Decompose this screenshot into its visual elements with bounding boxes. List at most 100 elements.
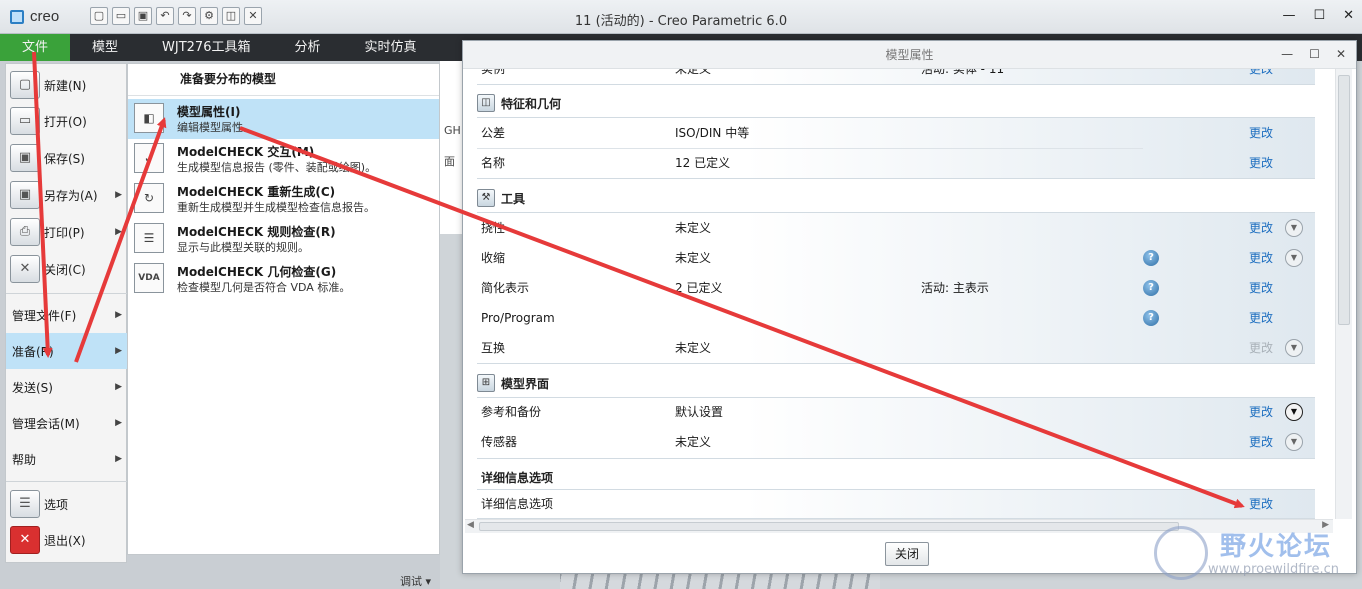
property-name: 互换: [481, 341, 506, 355]
submenu-arrow-icon: ▶: [115, 227, 122, 237]
submenu-item-desc: 检查模型几何是否符合 VDA 标准。: [177, 281, 351, 294]
change-link[interactable]: 更改: [1249, 273, 1273, 303]
modelcheck-check-icon: ✓: [134, 143, 164, 173]
change-link[interactable]: 更改: [1249, 397, 1273, 427]
dialog-title: 模型属性: [463, 41, 1356, 69]
close-icon[interactable]: ✕: [1336, 47, 1346, 61]
menu-item-label: 准备(R): [12, 344, 54, 359]
property-name: 参考和备份: [481, 405, 542, 419]
change-link[interactable]: 更改: [1249, 243, 1273, 273]
submenu-item-modelcheck-interactive[interactable]: ✓ ModelCHECK 交互(M) 生成模型信息报告 (零件、装配或绘图)。: [128, 139, 439, 179]
menu-item-save-as[interactable]: ▣ 另存为(A) ▶: [6, 177, 128, 213]
submenu-item-modelcheck-rules[interactable]: ☰ ModelCHECK 规则检查(R) 显示与此模型关联的规则。: [128, 219, 439, 259]
change-link[interactable]: 更改: [1249, 427, 1273, 457]
tab-realtime-simulation[interactable]: 实时仿真: [343, 34, 439, 61]
menu-divider: [6, 481, 128, 482]
watermark-logo-icon: [1154, 526, 1208, 580]
expand-chevron-icon[interactable]: ▼: [1285, 219, 1303, 237]
minimize-icon[interactable]: —: [1281, 47, 1293, 61]
scrollbar-thumb[interactable]: [1338, 75, 1350, 325]
menu-item-exit[interactable]: ✕ 退出(X): [6, 522, 128, 558]
change-link[interactable]: 更改: [1249, 69, 1273, 84]
property-row-pro-program: Pro/Program ? 更改: [477, 303, 1315, 333]
expand-chevron-icon[interactable]: ▼: [1285, 249, 1303, 267]
section-title: 特征和几何: [501, 96, 562, 111]
menu-item-print[interactable]: ⎙ 打印(P) ▶: [6, 214, 128, 250]
submenu-item-desc: 编辑模型属性。: [177, 121, 254, 134]
menu-item-new[interactable]: ▢ 新建(N): [6, 67, 128, 103]
property-row-interchange: 互换 未定义 更改 ▼: [477, 333, 1315, 363]
submenu-arrow-icon: ▶: [115, 310, 122, 320]
property-row-flexibility: 挠性 未定义 更改 ▼: [477, 213, 1315, 243]
close-button[interactable]: 关闭: [885, 542, 929, 566]
menu-item-manage-file[interactable]: 管理文件(F) ▶: [6, 297, 128, 333]
property-value: ISO/DIN 中等: [675, 126, 750, 140]
help-icon[interactable]: ?: [1143, 250, 1159, 266]
property-name: 详细信息选项: [481, 497, 554, 511]
section-tools: ⚒ 工具: [477, 185, 1315, 211]
expand-chevron-icon[interactable]: ▼: [1285, 403, 1303, 421]
tab-file[interactable]: 文件: [0, 34, 71, 61]
maximize-icon[interactable]: ☐: [1309, 47, 1320, 61]
menu-item-manage-session[interactable]: 管理会话(M) ▶: [6, 405, 128, 441]
submenu-item-title: 模型属性(I): [177, 105, 241, 119]
submenu-item-modelcheck-regenerate[interactable]: ↻ ModelCHECK 重新生成(C) 重新生成模型并生成模型检查信息报告。: [128, 179, 439, 219]
title-bar: creo ▢ ▭ ▣ ↶ ↷ ⚙ ◫ ✕ 11 (活动的) - Creo Par…: [0, 0, 1362, 34]
change-link[interactable]: 更改: [1249, 213, 1273, 243]
property-name: 名称: [481, 156, 506, 170]
menu-item-options[interactable]: ☰ 选项: [6, 486, 128, 522]
menu-item-label: 打印(P): [44, 225, 85, 240]
prepare-submenu: 准备要分布的模型 ◧ 模型属性(I) 编辑模型属性。 ✓ ModelCHECK …: [127, 63, 440, 555]
change-link[interactable]: 更改: [1249, 303, 1273, 333]
vda-check-icon: VDA: [134, 263, 164, 293]
scroll-left-icon[interactable]: ◀: [467, 520, 474, 530]
submenu-item-desc: 生成模型信息报告 (零件、装配或绘图)。: [177, 161, 377, 174]
menu-item-prepare[interactable]: 准备(R) ▶: [6, 333, 128, 369]
help-icon[interactable]: ?: [1143, 280, 1159, 296]
tools-icon: ⚒: [477, 189, 495, 207]
submenu-item-modelcheck-geometry[interactable]: VDA ModelCHECK 几何检查(G) 检查模型几何是否符合 VDA 标准…: [128, 259, 439, 299]
expand-chevron-icon[interactable]: ▼: [1285, 339, 1303, 357]
printer-icon: ⎙: [10, 218, 40, 246]
property-row-name: 名称 12 已定义 更改: [477, 148, 1315, 178]
change-link[interactable]: 更改: [1249, 118, 1273, 148]
submenu-arrow-icon: ▶: [115, 382, 122, 392]
model-properties-icon: ◧: [134, 103, 164, 133]
vertical-scrollbar[interactable]: [1335, 69, 1352, 519]
property-row-shrinkage: 收缩 未定义 ? 更改 ▼: [477, 243, 1315, 273]
close-icon[interactable]: ✕: [1343, 8, 1354, 23]
tab-model[interactable]: 模型: [70, 34, 140, 61]
property-row-instance: 实例 未定义 活动: 实体 - 11 更改: [477, 69, 1315, 84]
menu-item-open[interactable]: ▭ 打开(O): [6, 103, 128, 139]
submenu-item-desc: 重新生成模型并生成模型检查信息报告。: [177, 201, 375, 214]
menu-item-save[interactable]: ▣ 保存(S): [6, 140, 128, 176]
minimize-icon[interactable]: —: [1282, 8, 1295, 23]
debug-dropdown[interactable]: 调试 ▾: [400, 573, 431, 589]
property-name: 挠性: [481, 221, 506, 235]
property-name: 公差: [481, 126, 506, 140]
menu-item-close[interactable]: ✕ 关闭(C): [6, 251, 128, 287]
model-interface-icon: ⊞: [477, 374, 495, 392]
maximize-icon[interactable]: ☐: [1313, 8, 1325, 23]
section-features-geometry: ◫ 特征和几何: [477, 90, 1315, 116]
tab-wjt276-toolbox[interactable]: WJT276工具箱: [140, 34, 272, 61]
menu-item-help[interactable]: 帮助 ▶: [6, 441, 128, 477]
watermark-text: 野火论坛: [1220, 532, 1333, 562]
submenu-item-desc: 显示与此模型关联的规则。: [177, 241, 309, 254]
expand-chevron-icon[interactable]: ▼: [1285, 433, 1303, 451]
features-geometry-icon: ◫: [477, 94, 495, 112]
menu-item-send[interactable]: 发送(S) ▶: [6, 369, 128, 405]
menu-item-label: 发送(S): [12, 380, 53, 395]
tab-analysis[interactable]: 分析: [272, 34, 342, 61]
scrollbar-thumb[interactable]: [479, 522, 1179, 531]
background-text-fragment: 面: [444, 155, 455, 168]
change-link[interactable]: 更改: [1249, 489, 1273, 519]
submenu-arrow-icon: ▶: [115, 418, 122, 428]
change-link[interactable]: 更改: [1249, 148, 1273, 178]
property-value: 未定义: [675, 69, 712, 76]
help-icon[interactable]: ?: [1143, 310, 1159, 326]
submenu-item-model-properties[interactable]: ◧ 模型属性(I) 编辑模型属性。: [128, 99, 439, 139]
property-value: 12 已定义: [675, 156, 731, 170]
background-text-fragment: GH: [444, 124, 461, 137]
menu-item-label: 管理文件(F): [12, 308, 77, 323]
